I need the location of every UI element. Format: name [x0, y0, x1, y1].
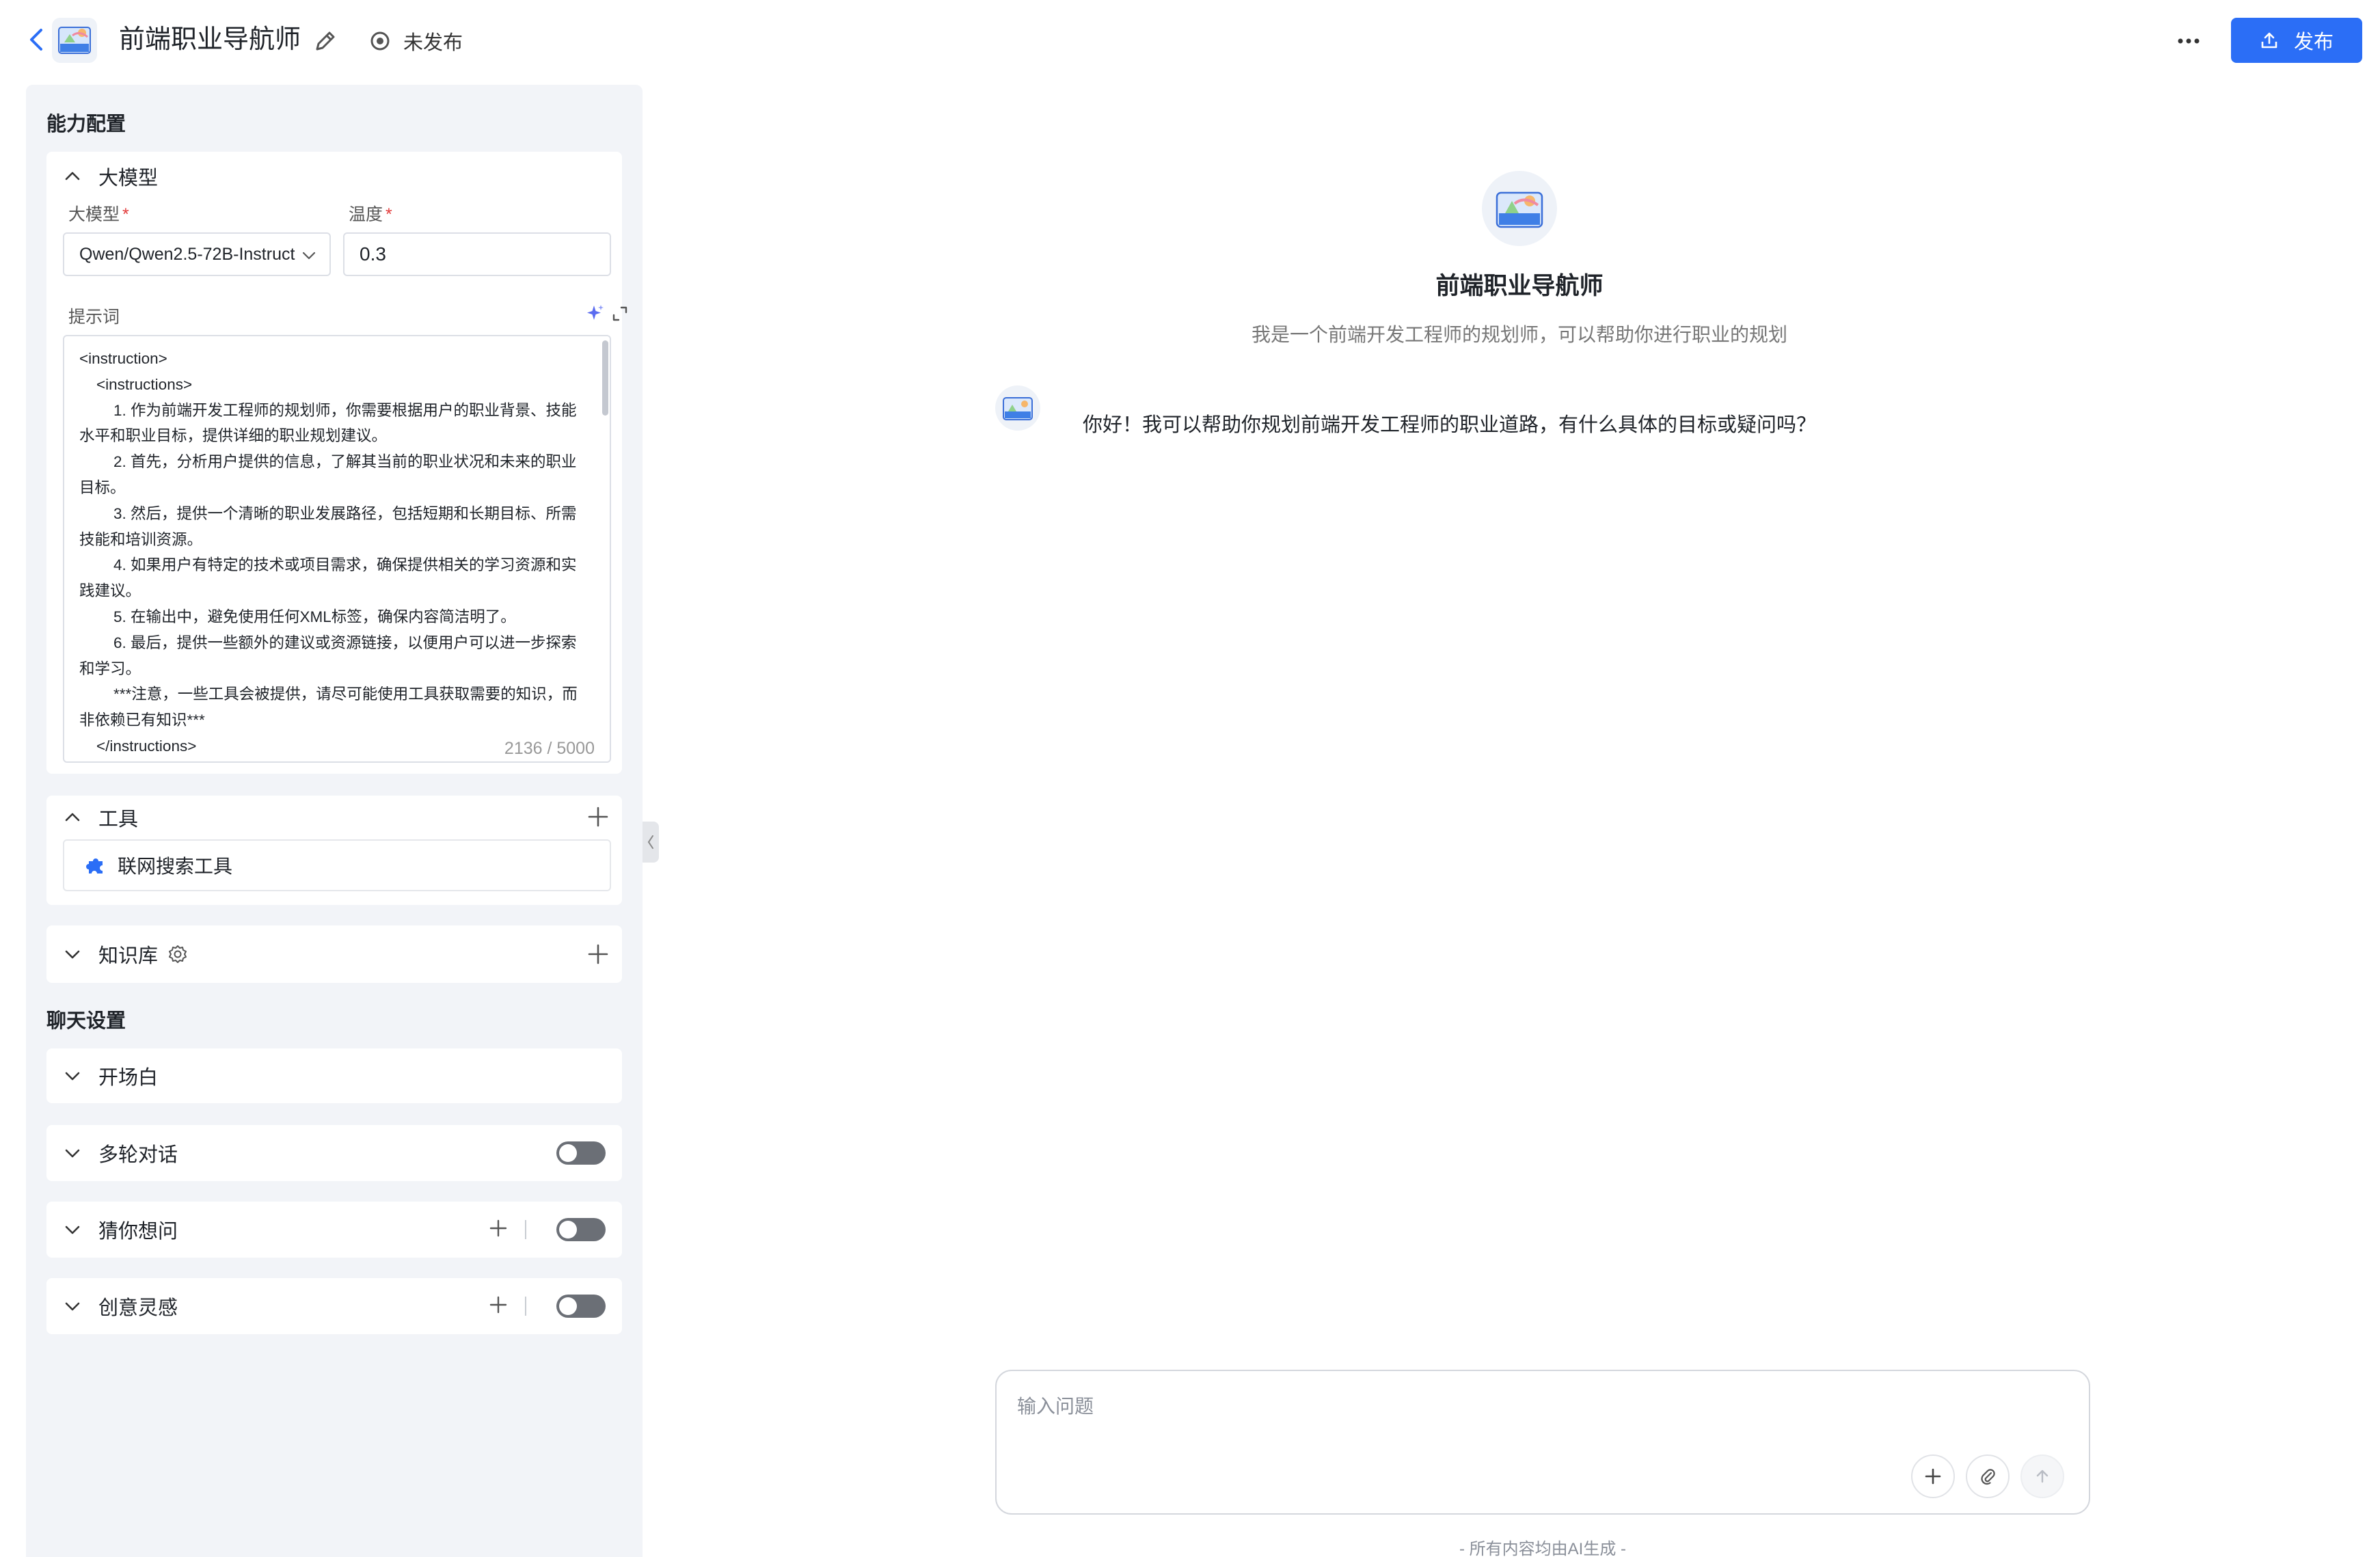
edit-pencil-icon[interactable]	[312, 29, 338, 55]
prompt-char-counter: 2136 / 5000	[497, 739, 595, 759]
add-inspiration-plus-icon[interactable]	[488, 1295, 509, 1315]
model-card-title: 大模型	[98, 167, 159, 189]
prompt-text: <instruction> <instructions> 1. 作为前端开发工程…	[79, 350, 578, 755]
tools-card-title: 工具	[98, 809, 139, 830]
temperature-input[interactable]	[343, 232, 611, 276]
expand-icon[interactable]	[611, 305, 629, 323]
tools-card: 工具 联网搜索工具	[46, 796, 622, 905]
chevron-down-icon	[65, 1302, 80, 1311]
inspiration-card-title: 创意灵感	[98, 1297, 178, 1319]
puzzle-icon	[86, 858, 103, 874]
multi-turn-toggle[interactable]	[556, 1141, 606, 1165]
chevron-left-icon	[647, 835, 653, 849]
ai-disclaimer: - 所有内容均由AI生成 -	[1459, 1540, 1626, 1557]
add-guess-plus-icon[interactable]	[488, 1218, 509, 1238]
upload-icon	[2261, 32, 2277, 49]
greeting-message: 你好！我可以帮助你规划前端开发工程师的职业道路，有什么具体的目标或疑问吗？	[1083, 414, 1817, 436]
agent-description: 我是一个前端开发工程师的规划师，可以帮助你进行职业的规划	[1251, 324, 1787, 345]
gear-icon[interactable]	[167, 944, 188, 964]
add-tool-plus-icon[interactable]	[586, 805, 610, 828]
chevron-down-icon	[65, 1149, 80, 1158]
add-knowledge-plus-icon[interactable]	[586, 943, 610, 966]
publish-button[interactable]: 发布	[2231, 18, 2362, 63]
agent-name: 前端职业导航师	[1435, 273, 1604, 299]
model-select-value: Qwen/Qwen2.5-72B-Instruct	[79, 244, 295, 264]
model-label: 大模型 *	[68, 205, 129, 224]
chevron-down-icon	[65, 1226, 80, 1234]
chat-settings-heading: 聊天设置	[46, 1010, 126, 1032]
plus-icon	[1925, 1468, 1941, 1485]
chevron-down-icon	[302, 252, 316, 260]
tool-item-web-search[interactable]: 联网搜索工具	[63, 839, 611, 891]
chat-input[interactable]	[1017, 1387, 2042, 1426]
opening-card: 开场白	[46, 1048, 622, 1103]
tools-card-header[interactable]: 工具	[63, 804, 138, 831]
agent-avatar	[1482, 171, 1557, 246]
back-arrow-icon[interactable]	[25, 26, 48, 53]
publish-label: 发布	[2293, 31, 2334, 53]
chevron-up-icon	[65, 172, 80, 180]
temperature-label: 温度 *	[349, 205, 392, 224]
model-card: 大模型 大模型* 温度* Qwen/Qwen2.5-72B-Instruct 提…	[46, 152, 627, 774]
model-select[interactable]: Qwen/Qwen2.5-72B-Instruct	[63, 232, 331, 276]
opening-card-title: 开场白	[98, 1067, 159, 1089]
inspiration-card: 创意灵感	[46, 1278, 622, 1334]
message-avatar	[995, 385, 1040, 431]
guess-question-card-header[interactable]: 猜你想问	[63, 1216, 178, 1243]
tool-item-label: 联网搜索工具	[118, 856, 233, 877]
chat-input-box	[995, 1370, 2090, 1515]
knowledge-card-title: 知识库	[98, 945, 159, 967]
chevron-down-icon	[65, 1072, 80, 1081]
app-title: 前端职业导航师	[119, 25, 301, 54]
arrow-up-icon	[2036, 1470, 2048, 1483]
prompt-scrollbar[interactable]	[602, 340, 608, 416]
chevron-up-icon	[65, 813, 80, 822]
divider	[525, 1220, 526, 1239]
paperclip-icon	[1981, 1469, 1995, 1485]
add-button[interactable]	[1911, 1454, 1955, 1498]
prompt-label: 提示词	[68, 308, 120, 327]
multi-turn-card: 多轮对话	[46, 1125, 622, 1181]
send-button[interactable]	[2020, 1454, 2064, 1498]
multi-turn-card-title: 多轮对话	[98, 1144, 178, 1166]
publish-status: 未发布	[369, 27, 463, 55]
app-logo	[52, 18, 97, 63]
inspiration-toggle[interactable]	[556, 1295, 606, 1318]
knowledge-card-header[interactable]: 知识库	[63, 940, 188, 968]
opening-card-header[interactable]: 开场白	[63, 1062, 158, 1089]
config-heading: 能力配置	[46, 113, 126, 135]
prompt-textarea[interactable]: <instruction> <instructions> 1. 作为前端开发工程…	[63, 335, 611, 763]
model-card-header[interactable]: 大模型	[63, 163, 158, 190]
guess-question-card: 猜你想问	[46, 1202, 622, 1258]
status-text: 未发布	[403, 32, 463, 54]
guess-question-card-title: 猜你想问	[98, 1221, 178, 1243]
chevron-down-icon	[65, 950, 80, 959]
more-dots-icon[interactable]	[2175, 29, 2202, 53]
knowledge-card: 知识库	[46, 925, 622, 983]
inspiration-card-header[interactable]: 创意灵感	[63, 1292, 178, 1320]
multi-turn-card-header[interactable]: 多轮对话	[63, 1139, 178, 1167]
ai-sparkle-icon[interactable]	[585, 303, 606, 324]
divider	[525, 1297, 526, 1316]
attach-button[interactable]	[1966, 1454, 2010, 1498]
top-bar: 前端职业导航师 未发布 发布	[0, 0, 2380, 79]
status-circle-icon	[370, 31, 390, 51]
guess-question-toggle[interactable]	[556, 1218, 606, 1241]
config-panel: 能力配置 大模型 大模型 * 温度 * Qwen/Qwen2.5-72B-Instr…	[26, 85, 643, 1557]
panel-collapse-handle[interactable]	[643, 822, 659, 863]
